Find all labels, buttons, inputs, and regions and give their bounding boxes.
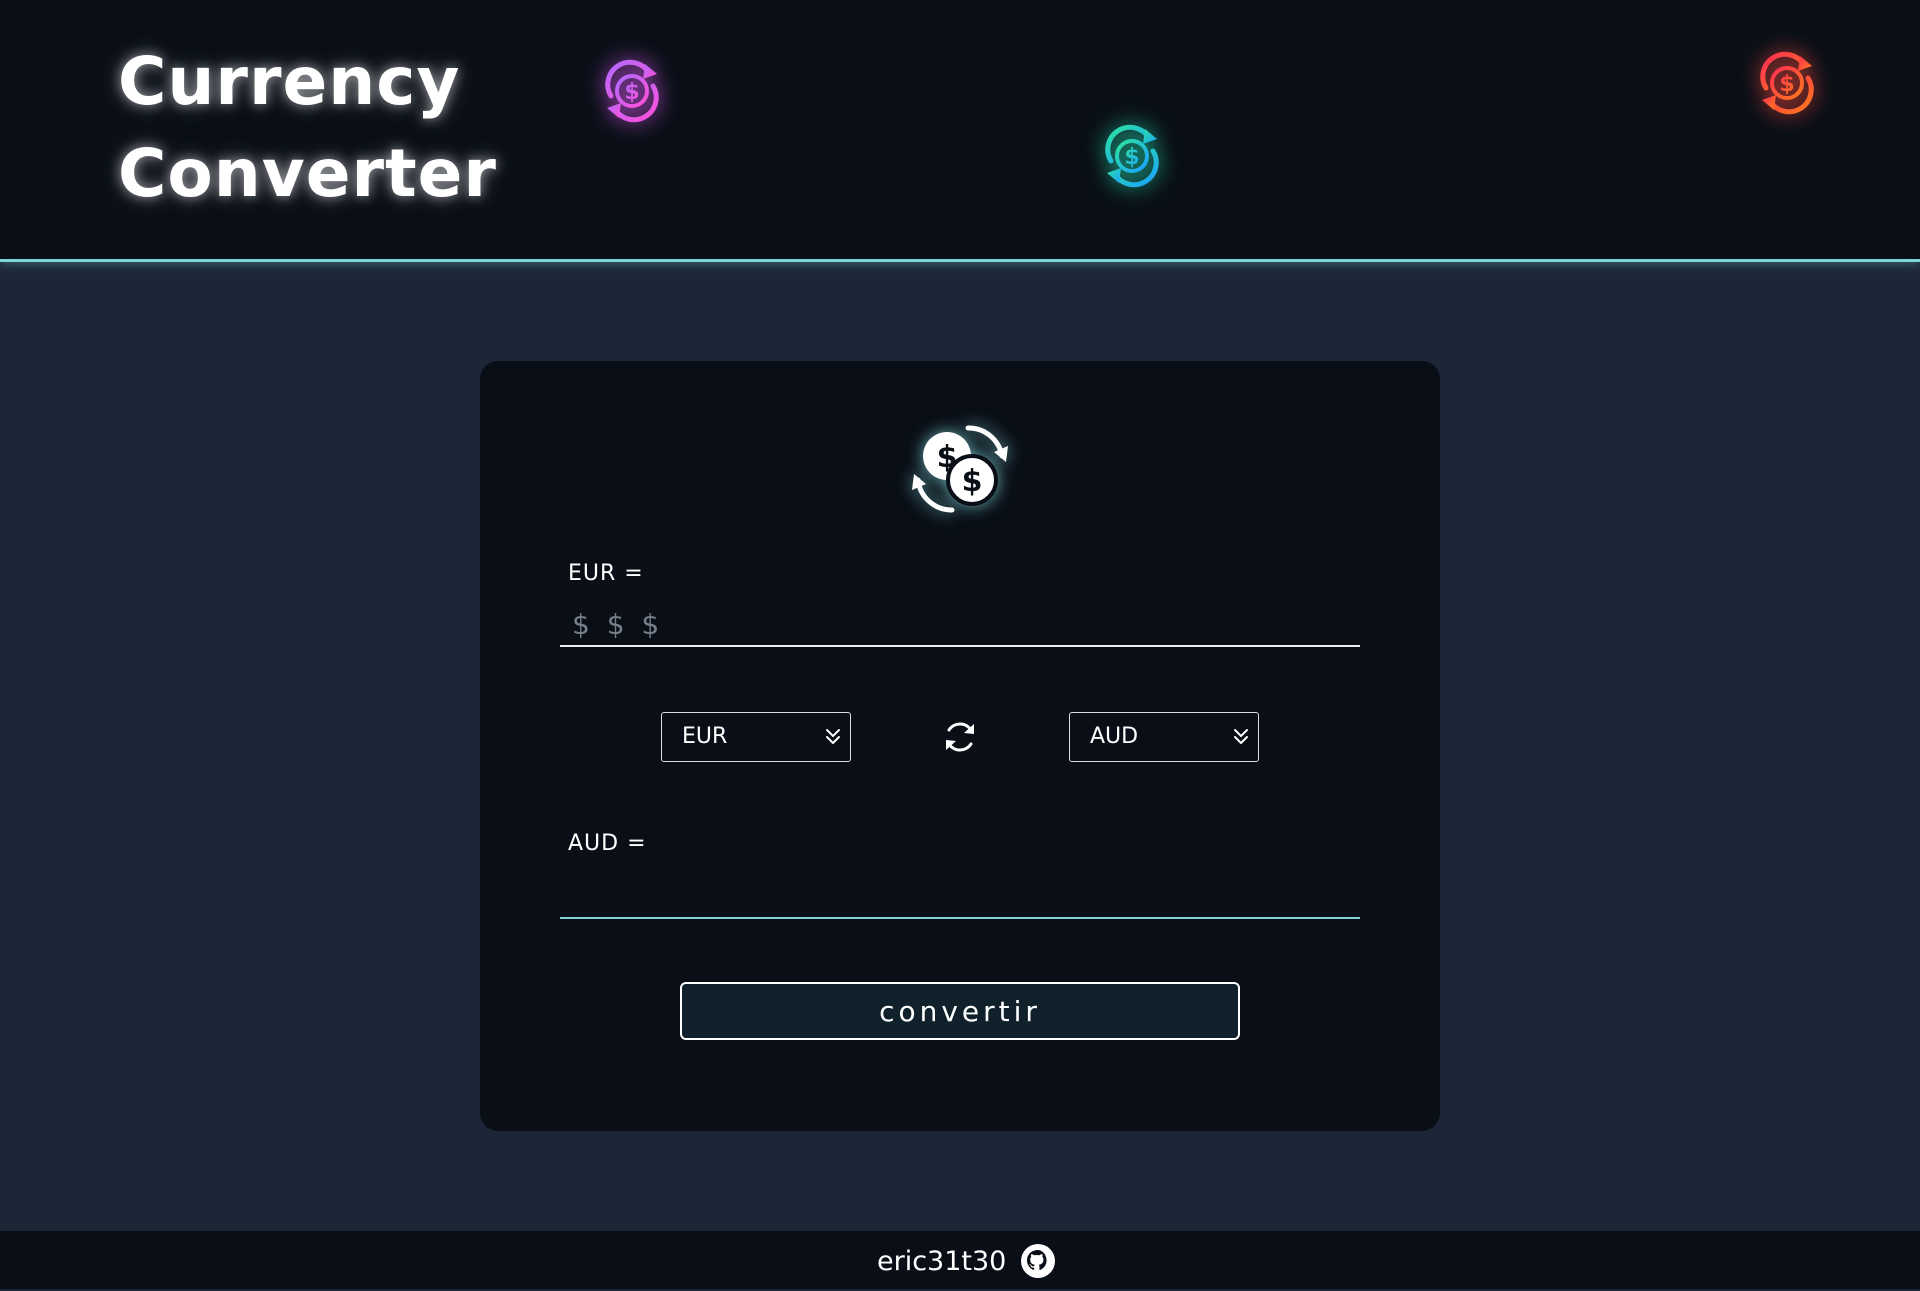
app-header: Currency Converter $ $ $: [0, 0, 1920, 262]
footer-username[interactable]: eric31t30: [877, 1246, 1006, 1277]
from-currency-value: EUR: [682, 724, 728, 749]
chevron-down-icon: [824, 726, 842, 748]
to-currency-value: AUD: [1090, 724, 1139, 749]
dollar-exchange-icon: $: [597, 56, 667, 126]
page-title: Currency Converter: [118, 36, 497, 220]
footer-credit[interactable]: eric31t30: [877, 1243, 1056, 1279]
amount-input[interactable]: [560, 603, 1360, 647]
page-footer: eric31t30: [0, 1231, 1920, 1289]
github-icon[interactable]: [1020, 1243, 1056, 1279]
dollar-exchange-icon: $: [1097, 121, 1167, 191]
title-line-2: Converter: [118, 135, 497, 212]
svg-text:$: $: [962, 464, 983, 499]
swap-currencies-button[interactable]: [941, 718, 979, 756]
to-amount-label: AUD =: [568, 831, 647, 856]
svg-text:$: $: [1779, 72, 1794, 97]
dollar-exchange-icon: $: [1752, 48, 1822, 118]
to-currency-select[interactable]: AUD: [1069, 712, 1259, 762]
swap-refresh-icon: [946, 722, 974, 752]
coins-exchange-icon: $ $: [910, 418, 1010, 518]
svg-text:$: $: [624, 80, 639, 105]
title-line-1: Currency: [118, 43, 461, 120]
result-output: [560, 875, 1360, 919]
from-amount-label: EUR =: [568, 561, 644, 586]
from-currency-select[interactable]: EUR: [661, 712, 851, 762]
convert-button[interactable]: convertir: [680, 982, 1240, 1040]
chevron-down-icon: [1232, 726, 1250, 748]
svg-text:$: $: [1124, 145, 1139, 170]
converter-card: $ $ EUR = EUR AUD AUD = convertir: [480, 361, 1440, 1131]
